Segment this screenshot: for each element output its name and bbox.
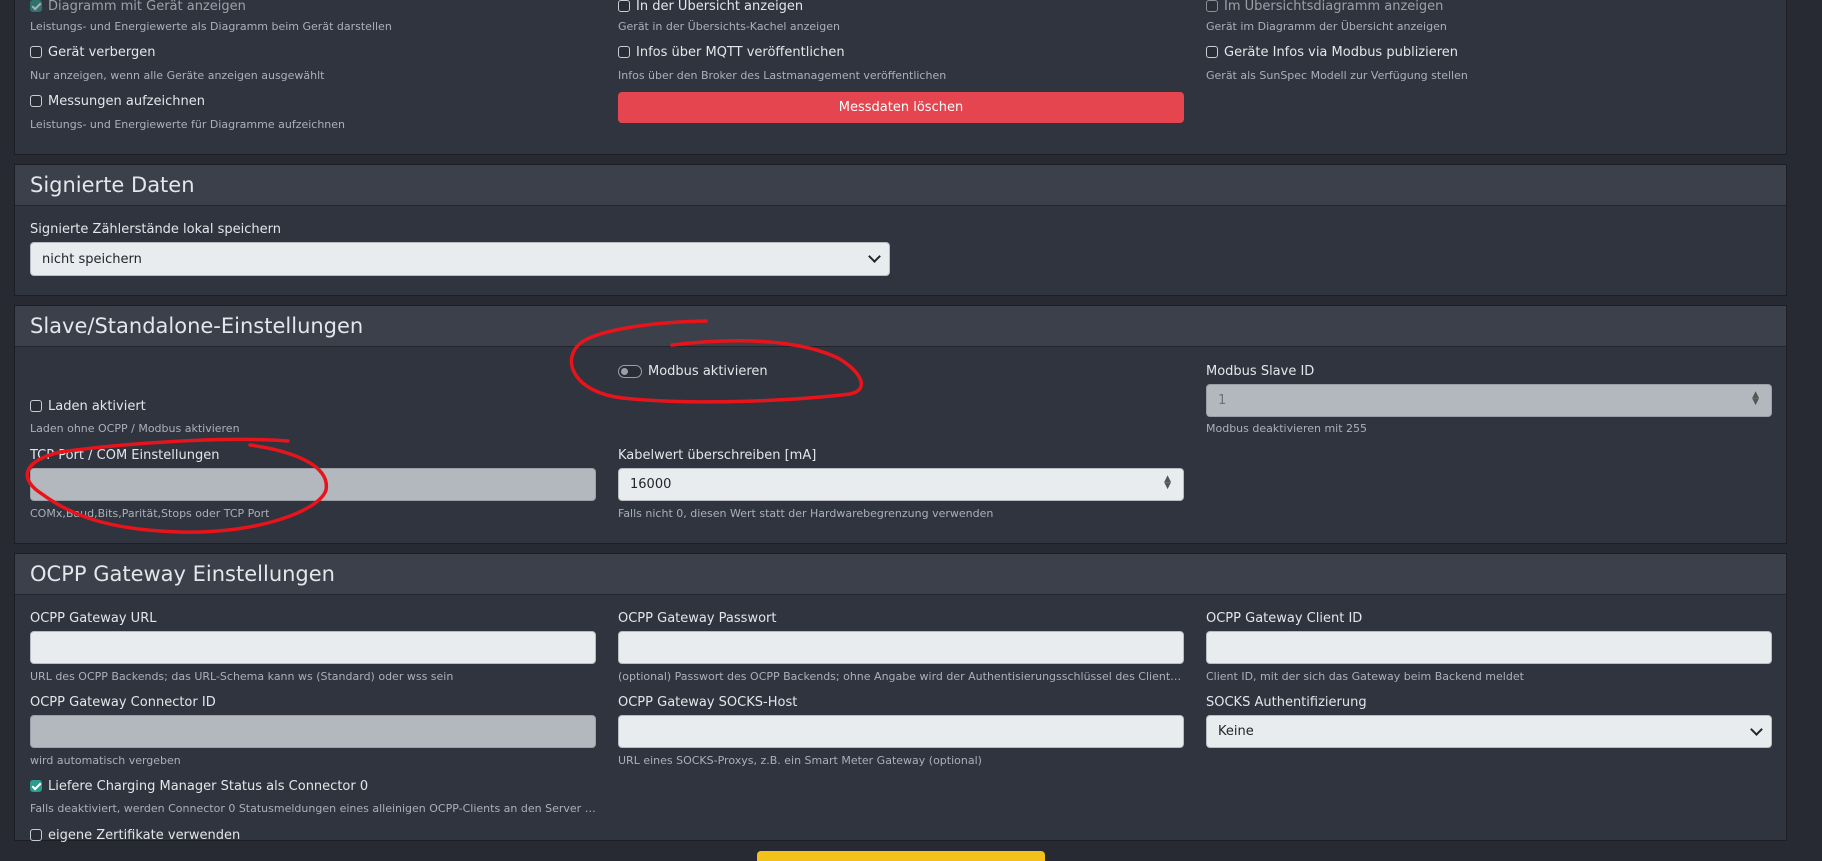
ocpp-socks-host-hint: URL eines SOCKS-Proxys, z.B. ein Smart M…	[618, 754, 982, 767]
hint-record-measurements: Leistungs- und Energiewerte für Diagramm…	[30, 118, 346, 131]
ocpp-connector-label: OCPP Gateway Connector ID	[30, 695, 216, 710]
checkbox-charging-enabled[interactable]: Laden aktiviert	[30, 399, 146, 414]
panel-title: OCPP Gateway Einstellungen	[15, 554, 1786, 595]
hint-show-overview: Gerät in der Übersichts-Kachel anzeigen	[618, 20, 840, 33]
select-value: Keine	[1218, 724, 1254, 739]
panel-title: Slave/Standalone-Einstellungen	[15, 306, 1786, 347]
cm-status-hint: Falls deaktiviert, werden Connector 0 St…	[30, 802, 596, 815]
checkbox-cm-status-connector0[interactable]: Liefere Charging Manager Status als Conn…	[30, 779, 368, 794]
hint-publish-modbus: Gerät als SunSpec Modell zur Verfügung s…	[1206, 69, 1468, 82]
signed-data-label: Signierte Zählerstände lokal speichern	[30, 222, 282, 237]
save-button[interactable]	[757, 851, 1045, 861]
checkbox-show-overview[interactable]: In der Übersicht anzeigen	[618, 0, 803, 14]
ocpp-connector-input[interactable]	[30, 715, 596, 748]
modbus-slave-id-hint: Modbus deaktivieren mit 255	[1206, 422, 1368, 435]
checkbox-icon[interactable]	[1206, 45, 1218, 58]
ocpp-password-input[interactable]	[618, 631, 1184, 664]
ocpp-password-hint: (optional) Passwort des OCPP Backends; o…	[618, 670, 1184, 683]
ocpp-url-input[interactable]	[30, 631, 596, 664]
cable-value-hint: Falls nicht 0, diesen Wert statt der Har…	[618, 507, 994, 520]
delete-measurements-button[interactable]: Messdaten löschen	[618, 92, 1184, 123]
checkbox-icon[interactable]	[30, 94, 42, 107]
tcp-port-hint: COMx,Baud,Bits,Parität,Stops oder TCP Po…	[30, 507, 270, 520]
ocpp-socks-host-label: OCPP Gateway SOCKS-Host	[618, 695, 798, 710]
modbus-slave-id-input[interactable]: 1 ▲ ▼	[1206, 384, 1772, 417]
hint-show-overview-diagram: Gerät im Diagramm der Übersicht anzeigen	[1206, 20, 1447, 33]
stepper-icon[interactable]: ▲ ▼	[1164, 475, 1171, 491]
checkbox-icon[interactable]	[30, 0, 42, 12]
checkbox-publish-mqtt[interactable]: Infos über MQTT veröffentlichen	[618, 45, 845, 60]
chevron-down-icon	[1750, 723, 1763, 736]
checkbox-icon[interactable]	[1206, 0, 1218, 12]
checkbox-record-measurements[interactable]: Messungen aufzeichnen	[30, 94, 205, 109]
checkbox-icon[interactable]	[618, 45, 630, 58]
panel-title: Signierte Daten	[15, 165, 1786, 206]
checkbox-show-diagram[interactable]: Diagramm mit Gerät anzeigen	[30, 0, 246, 14]
cable-value-input[interactable]: 16000 ▲ ▼	[618, 468, 1184, 501]
charging-enabled-hint: Laden ohne OCPP / Modbus aktivieren	[30, 422, 240, 435]
hint-show-diagram: Leistungs- und Energiewerte als Diagramm…	[30, 20, 392, 33]
select-value: nicht speichern	[42, 251, 142, 267]
checkbox-icon[interactable]	[618, 0, 630, 12]
ocpp-gateway-panel: OCPP Gateway Einstellungen	[14, 553, 1787, 841]
ocpp-client-id-label: OCPP Gateway Client ID	[1206, 611, 1363, 626]
ocpp-client-id-input[interactable]	[1206, 631, 1772, 664]
ocpp-client-id-hint: Client ID, mit der sich das Gateway beim…	[1206, 670, 1524, 683]
stepper-icon[interactable]: ▲ ▼	[1752, 391, 1759, 407]
signed-data-select[interactable]: nicht speichern	[30, 242, 890, 276]
checkbox-own-certificates[interactable]: eigene Zertifikate verwenden	[30, 828, 240, 843]
ocpp-url-hint: URL des OCPP Backends; das URL-Schema ka…	[30, 670, 454, 683]
socks-auth-label: SOCKS Authentifizierung	[1206, 695, 1367, 710]
checkbox-icon[interactable]	[30, 779, 42, 792]
chevron-down-icon	[868, 250, 881, 263]
checkbox-publish-modbus[interactable]: Geräte Infos via Modbus publizieren	[1206, 45, 1458, 60]
modbus-enable-toggle[interactable]: Modbus aktivieren	[618, 364, 768, 379]
tcp-port-label: TCP Port / COM Einstellungen	[30, 448, 220, 463]
checkbox-icon[interactable]	[30, 828, 42, 841]
checkbox-show-overview-diagram[interactable]: Im Übersichtsdiagramm anzeigen	[1206, 0, 1443, 14]
ocpp-url-label: OCPP Gateway URL	[30, 611, 157, 626]
hint-hide-device: Nur anzeigen, wenn alle Geräte anzeigen …	[30, 69, 325, 82]
hint-publish-mqtt: Infos über den Broker des Lastmanagement…	[618, 69, 947, 82]
ocpp-socks-host-input[interactable]	[618, 715, 1184, 748]
checkbox-hide-device[interactable]: Gerät verbergen	[30, 45, 156, 60]
checkbox-icon[interactable]	[30, 399, 42, 412]
tcp-port-input[interactable]	[30, 468, 596, 501]
socks-auth-select[interactable]: Keine	[1206, 715, 1772, 748]
modbus-slave-id-label: Modbus Slave ID	[1206, 364, 1315, 379]
toggle-switch-icon[interactable]	[618, 365, 642, 378]
cable-value-label: Kabelwert überschreiben [mA]	[618, 448, 817, 463]
ocpp-password-label: OCPP Gateway Passwort	[618, 611, 777, 626]
checkbox-icon[interactable]	[30, 45, 42, 58]
ocpp-connector-hint: wird automatisch vergeben	[30, 754, 181, 767]
